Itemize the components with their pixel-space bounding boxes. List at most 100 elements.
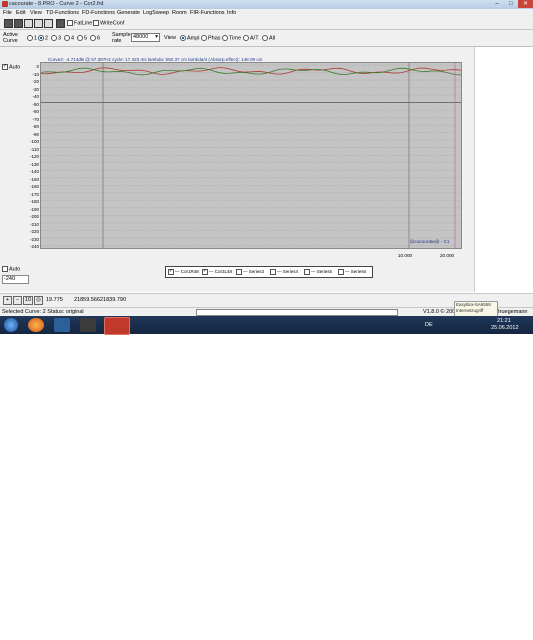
y-tick-label: -220 bbox=[29, 229, 39, 235]
y-tick-label: 0 bbox=[36, 64, 39, 69]
legend-label: Series5 bbox=[316, 269, 333, 275]
curve-radio-label: 5 bbox=[84, 35, 88, 42]
menu-td-functions[interactable]: TD-Functions bbox=[46, 10, 79, 16]
legend-item[interactable]: — Cor2L48 bbox=[202, 268, 233, 275]
options-bar: Active Curve 1 2 3 4 5 6 Sample rate 480… bbox=[0, 30, 533, 47]
active-curve-label: Active Curve bbox=[3, 32, 18, 44]
menu-generate[interactable]: Generate bbox=[117, 10, 140, 16]
menu-file[interactable]: File bbox=[3, 10, 12, 16]
cacourate-taskbar-icon[interactable] bbox=[104, 317, 130, 335]
freq-min-readout: 19.775 bbox=[46, 297, 63, 303]
fatline-checkbox[interactable]: FatLine bbox=[67, 20, 92, 26]
curve-radio-label: 1 bbox=[34, 35, 38, 42]
app-taskbar-icon[interactable] bbox=[80, 318, 96, 332]
y-tick-label: -180 bbox=[29, 199, 39, 205]
curve-radio-5[interactable]: 5 bbox=[77, 35, 87, 41]
curve-radio-6[interactable]: 6 bbox=[90, 35, 100, 41]
print-icon[interactable] bbox=[34, 19, 43, 28]
language-indicator[interactable]: DE bbox=[425, 322, 433, 328]
sample-rate-label: Sample rate bbox=[112, 32, 131, 44]
auto-scale-bottom-checkbox[interactable]: Auto bbox=[2, 266, 20, 272]
view-radio-phas[interactable]: Phas bbox=[201, 35, 221, 41]
curve-radio-4[interactable]: 4 bbox=[64, 35, 74, 41]
start-button[interactable] bbox=[4, 318, 18, 332]
view-radio-time[interactable]: Time bbox=[222, 35, 241, 41]
menu-info[interactable]: Info bbox=[227, 10, 236, 16]
menu-fd-functions[interactable]: FD-Functions bbox=[82, 10, 115, 16]
view-radio-label: Phas bbox=[208, 35, 221, 42]
legend-label: Cor1R48 bbox=[180, 269, 199, 275]
fatline-label: FatLine bbox=[74, 20, 93, 27]
taskbar: DE 21:21 25.06.2012 bbox=[0, 316, 533, 335]
y-tick-label: -10 bbox=[32, 71, 39, 77]
status-text: Selected Curve: 2 Status: original bbox=[2, 309, 84, 315]
camera-icon[interactable] bbox=[56, 19, 65, 28]
y-tick-label: -110 bbox=[30, 146, 39, 152]
firefox-icon[interactable] bbox=[28, 318, 44, 332]
progress-bar bbox=[196, 309, 398, 316]
y-tick-label: -150 bbox=[29, 176, 39, 182]
window-title: cacourate - 8.PRO - Curve 2 - Cor2.frd bbox=[9, 1, 104, 7]
x-tick-20000: 20.000 bbox=[440, 253, 455, 258]
maximize-button[interactable]: □ bbox=[504, 0, 518, 8]
sample-rate-value: 48000 bbox=[133, 34, 149, 40]
y-tick-label: -140 bbox=[29, 169, 39, 175]
view-radio-label: A/T bbox=[250, 35, 259, 42]
menu-view[interactable]: View bbox=[30, 10, 42, 16]
curve-radio-label: 2 bbox=[45, 35, 49, 42]
y-tick-label: -230 bbox=[29, 236, 39, 242]
sample-rate-select[interactable]: 48000 ▾ bbox=[131, 33, 160, 42]
zoom-10-button[interactable]: 10 bbox=[23, 296, 33, 305]
export-icon[interactable] bbox=[44, 19, 53, 28]
explorer-icon[interactable] bbox=[54, 318, 70, 332]
view-radio-ampl[interactable]: Ampl bbox=[180, 35, 200, 41]
y-tick-label: -120 bbox=[29, 154, 39, 160]
legend-item[interactable]: — Cor1R48 bbox=[168, 268, 199, 275]
curve-radio-label: 3 bbox=[58, 35, 62, 42]
curve-radio-2[interactable]: 2 bbox=[38, 35, 48, 41]
legend-item[interactable]: — Series5 bbox=[304, 269, 332, 275]
author-text: Bruegemann bbox=[496, 309, 528, 315]
view-radio-label: All bbox=[269, 35, 276, 42]
auto-top-label: Auto bbox=[9, 64, 21, 71]
reset-zoom-button[interactable]: ◎ bbox=[34, 296, 43, 305]
zoom-out-button[interactable]: − bbox=[13, 296, 22, 305]
curve-radio-1[interactable]: 1 bbox=[27, 35, 37, 41]
menu-fir-functions[interactable]: FIR-Functions bbox=[190, 10, 225, 16]
legend-item[interactable]: — Series4 bbox=[270, 269, 298, 275]
view-radio-at[interactable]: A/T bbox=[243, 35, 259, 41]
menu-edit[interactable]: Edit bbox=[16, 10, 25, 16]
legend-label: Series3 bbox=[248, 269, 265, 275]
legend-item[interactable]: — Series6 bbox=[338, 269, 366, 275]
x-tick-10000: 10.000 bbox=[398, 253, 413, 258]
y-tick-label: -240 bbox=[29, 244, 39, 250]
toolbar: FatLine WriteConf bbox=[0, 17, 533, 30]
auto-scale-top-checkbox[interactable]: Auto bbox=[2, 63, 21, 71]
close-button[interactable]: ✕ bbox=[518, 0, 533, 8]
y-tick-label: -160 bbox=[29, 184, 39, 190]
view-radio-all[interactable]: All bbox=[262, 35, 275, 41]
open-icon[interactable] bbox=[24, 19, 33, 28]
menu-room[interactable]: Room bbox=[172, 10, 187, 16]
legend-label: Cor2L48 bbox=[214, 269, 233, 275]
y-min-input[interactable]: -240 bbox=[2, 275, 29, 284]
freq-range-readout: 21839.790 bbox=[100, 297, 126, 303]
zoom-in-button[interactable]: + bbox=[3, 296, 12, 305]
writeconf-checkbox[interactable]: WriteConf bbox=[93, 20, 124, 26]
menu-logsweep[interactable]: LogSweep bbox=[143, 10, 169, 16]
y-tick-label: -80 bbox=[32, 124, 39, 130]
curve-radio-3[interactable]: 3 bbox=[51, 35, 61, 41]
legend-item[interactable]: — Series3 bbox=[236, 269, 264, 275]
new-file-icon[interactable] bbox=[4, 19, 13, 28]
chevron-down-icon: ▾ bbox=[155, 34, 158, 40]
save-icon[interactable] bbox=[14, 19, 23, 28]
minimize-button[interactable]: – bbox=[490, 0, 504, 8]
legend-label: Series6 bbox=[350, 269, 367, 275]
auto-bottom-label: Auto bbox=[9, 266, 21, 273]
y-tick-label: -60 bbox=[32, 109, 39, 115]
y-tick-label: -30 bbox=[32, 86, 39, 92]
view-radio-label: Ampl bbox=[187, 35, 200, 42]
y-tick-label: -40 bbox=[32, 94, 39, 100]
app-icon bbox=[2, 1, 8, 7]
frequency-plot[interactable] bbox=[40, 62, 462, 249]
